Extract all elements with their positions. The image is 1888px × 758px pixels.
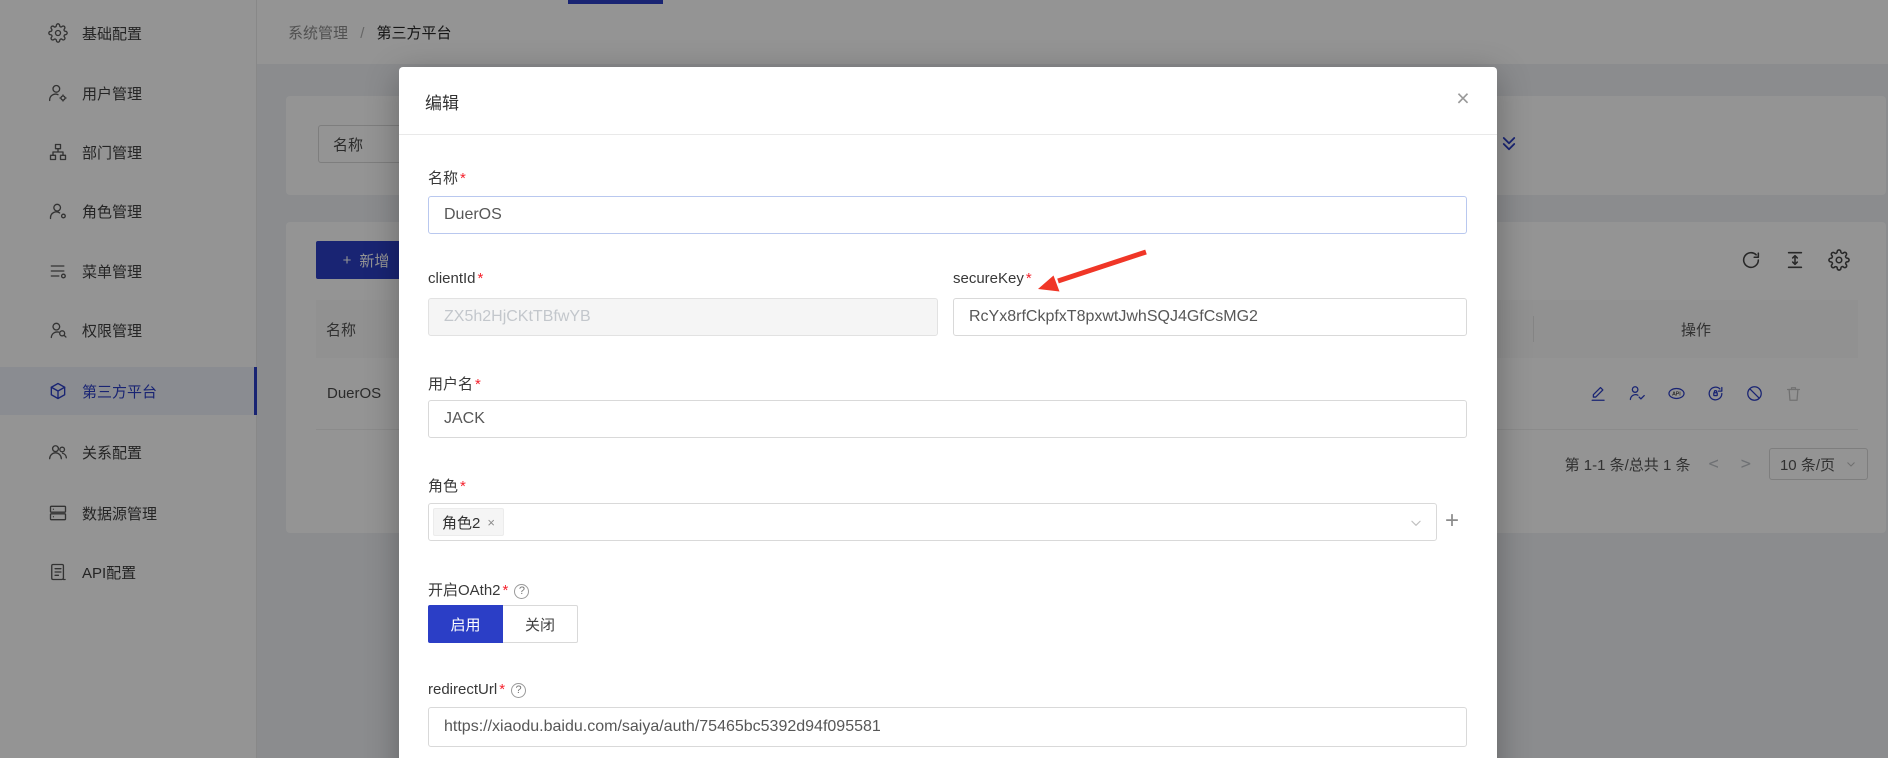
- secure-key-input[interactable]: RcYx8rfCkpfxT8pxwtJwhSQJ4GfCsMG2: [953, 298, 1467, 336]
- required-mark: *: [503, 582, 509, 599]
- role-tag-label: 角色2: [442, 512, 480, 533]
- required-mark: *: [1026, 270, 1032, 287]
- required-mark: *: [475, 376, 481, 393]
- client-id-input: ZX5h2HjCKtTBfwYB: [428, 298, 938, 336]
- secure-key-field-label: secureKey*: [953, 270, 1032, 287]
- app-window: 系统管理 / 第三方平台 基础配置 用户管理 部门管理 角色管理 菜单管理 权限…: [0, 0, 1888, 758]
- oauth-disable-button[interactable]: 关闭: [503, 605, 578, 643]
- required-mark: *: [499, 681, 505, 698]
- redirect-url-input[interactable]: https://xiaodu.baidu.com/saiya/auth/7546…: [428, 707, 1467, 747]
- client-id-field-label: clientId*: [428, 270, 483, 287]
- modal-title: 编辑: [425, 89, 459, 114]
- modal-close-button[interactable]: ×: [1445, 81, 1481, 117]
- oauth-enable-button[interactable]: 启用: [428, 605, 503, 643]
- username-field-label: 用户名*: [428, 373, 481, 394]
- required-mark: *: [478, 270, 484, 287]
- name-input[interactable]: DuerOS: [428, 196, 1467, 234]
- redirect-url-input-value: https://xiaodu.baidu.com/saiya/auth/7546…: [444, 718, 881, 736]
- close-icon: ×: [1456, 85, 1469, 111]
- secure-key-input-value: RcYx8rfCkpfxT8pxwtJwhSQJ4GfCsMG2: [969, 308, 1258, 326]
- required-mark: *: [460, 478, 466, 495]
- name-input-value: DuerOS: [444, 206, 502, 224]
- edit-modal: 编辑 × 名称* DuerOS clientId* ZX5h2HjCKtTBfw…: [399, 67, 1497, 758]
- name-field-label: 名称*: [428, 167, 466, 188]
- chevron-down-icon: [1409, 516, 1423, 530]
- help-circle-icon[interactable]: ?: [514, 584, 529, 599]
- role-field-label: 角色*: [428, 475, 466, 496]
- role-tag: 角色2 ×: [433, 508, 504, 536]
- role-select[interactable]: 角色2 ×: [428, 503, 1437, 541]
- oauth-field-label: 开启OAth2*?: [428, 579, 529, 600]
- required-mark: *: [460, 170, 466, 187]
- username-input[interactable]: JACK: [428, 400, 1467, 438]
- help-circle-icon[interactable]: ?: [511, 683, 526, 698]
- add-role-button[interactable]: +: [1445, 507, 1459, 535]
- redirect-url-field-label: redirectUrl*?: [428, 681, 526, 698]
- tag-close-icon[interactable]: ×: [487, 515, 495, 530]
- modal-header-divider: [399, 134, 1497, 135]
- client-id-input-value: ZX5h2HjCKtTBfwYB: [444, 308, 591, 326]
- username-input-value: JACK: [444, 410, 485, 428]
